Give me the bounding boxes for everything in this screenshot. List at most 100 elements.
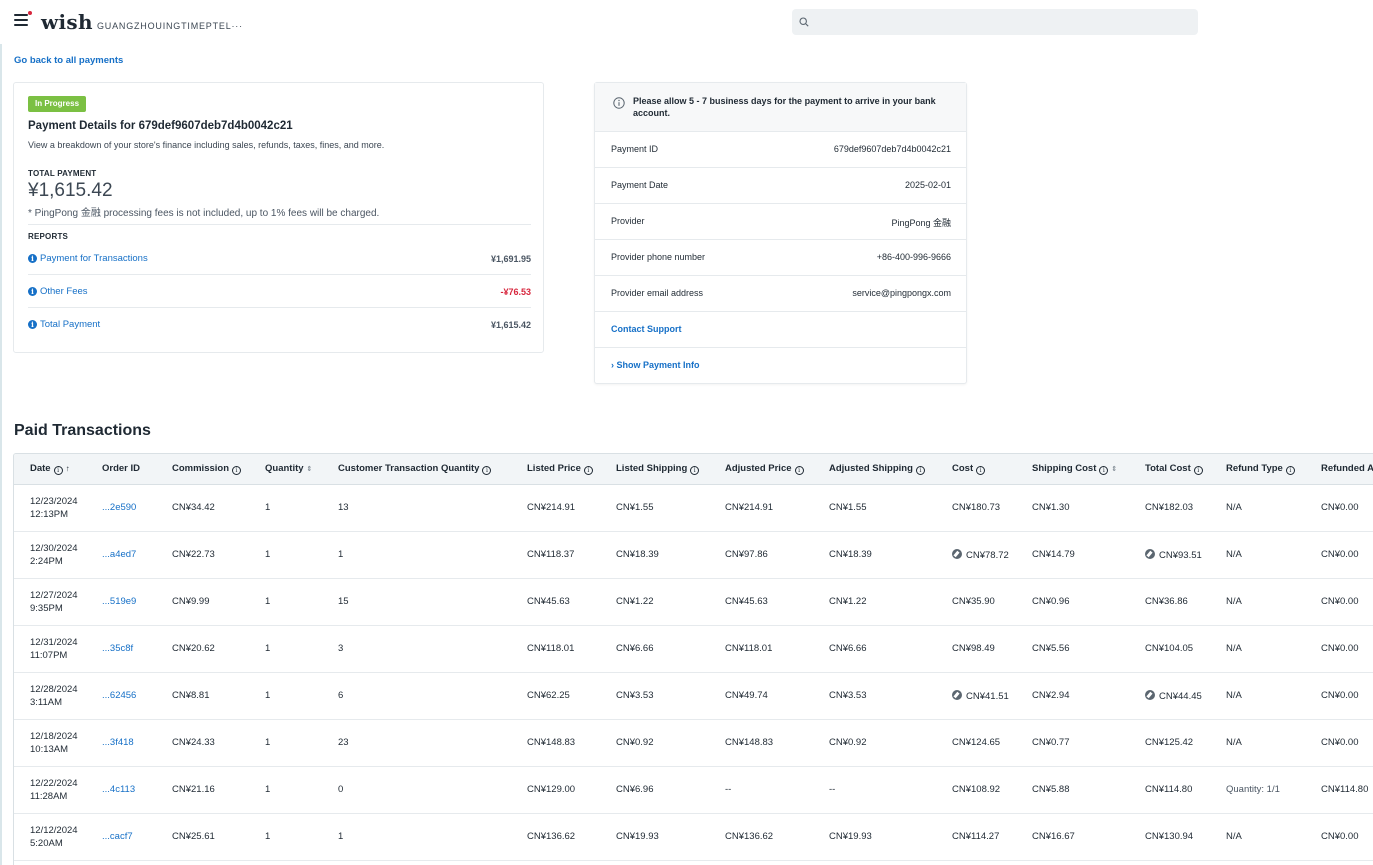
listed-shipping-cell: CN¥19.93 (608, 813, 717, 861)
report-link-transactions[interactable]: i Payment for Transactions (28, 253, 148, 264)
info-icon[interactable]: i (583, 465, 593, 475)
order-id-link[interactable]: ...62456 (102, 690, 136, 701)
listed-shipping-cell: CN¥18.39 (608, 531, 717, 579)
info-icon[interactable]: i (1099, 465, 1109, 475)
cell-value: CN¥18.39 (829, 549, 872, 560)
order-id-cell: ...cacf7 (94, 813, 164, 861)
order-id-link[interactable]: ...4c113 (102, 784, 135, 795)
customer-transaction-quantity-cell: 6 (330, 672, 519, 720)
listed-price-cell: CN¥129.00 (519, 766, 608, 814)
cell-value: CN¥148.83 (725, 737, 774, 748)
contact-support-link[interactable]: Contact Support (611, 324, 682, 334)
date-value: 12/31/2024 (30, 636, 78, 648)
order-id-link[interactable]: ...519e9 (102, 596, 136, 607)
order-id-cell: ...519e9 (94, 578, 164, 626)
report-link-total-payment[interactable]: i Total Payment (28, 319, 100, 330)
adjusted-cost-icon[interactable] (952, 689, 962, 700)
cost-cell: CN¥41.51 (944, 672, 1024, 720)
cell-value: CN¥1.30 (1032, 502, 1070, 513)
search-bar[interactable] (792, 9, 1198, 35)
left-divider (0, 44, 2, 865)
processing-fee-note: * PingPong 金融 processing fees is not inc… (28, 208, 380, 219)
cell-value: N/A (1226, 596, 1242, 607)
wish-logo[interactable]: wish (41, 10, 93, 34)
col-header-quantity[interactable]: Quantity ⇕ (257, 454, 330, 485)
page-subtitle: View a breakdown of your store's finance… (28, 140, 385, 150)
info-icon[interactable]: i (976, 465, 986, 475)
page-title: Payment Details for 679def9607deb7d4b004… (28, 120, 293, 132)
show-payment-info-toggle[interactable]: › Show Payment Info (611, 360, 700, 370)
cell-value: CN¥0.00 (1321, 596, 1359, 607)
col-header-shipping-cost[interactable]: Shipping Cost i ⇕ (1024, 454, 1137, 485)
adjusted-price-cell: CN¥97.86 (717, 531, 821, 579)
order-id-link[interactable]: ...2e590 (102, 502, 136, 513)
info-icon[interactable]: i (915, 465, 925, 475)
cell-value: CN¥41.51 (966, 690, 1009, 702)
order-id-cell: ...4c113 (94, 766, 164, 814)
adjusted-cost-icon[interactable] (1145, 689, 1155, 700)
info-icon[interactable]: i (1285, 465, 1295, 475)
divider (28, 224, 531, 225)
transactions-table-container[interactable]: Date i ↑ Order ID Commission i Quantity ⇕ Cu… (13, 453, 1373, 865)
table-row: 12/27/2024 9:35PM ...519e9 CN¥9.99 1 15 CN¥45.… (14, 578, 1373, 626)
order-id-link[interactable]: ...35c8f (102, 643, 133, 654)
adjusted-cost-icon[interactable] (952, 548, 962, 559)
cell-value: CN¥25.61 (172, 831, 215, 842)
customer-transaction-quantity-cell: 15 (330, 578, 519, 626)
info-value: 2025-02-01 (904, 180, 951, 190)
cell-value: N/A (1226, 737, 1242, 748)
customer-transaction-quantity-cell: 0 (330, 766, 519, 814)
commission-cell: CN¥34.42 (164, 484, 257, 532)
sort-icon[interactable]: ⇕ (307, 466, 313, 473)
sort-icon[interactable]: ⇕ (1111, 466, 1117, 473)
report-row-other-fees: i Other Fees -¥76.53 (28, 275, 531, 308)
info-icon[interactable]: i (232, 465, 242, 475)
order-id-link[interactable]: ...a4ed7 (102, 549, 136, 560)
col-header-adjusted-shipping: Adjusted Shipping i (821, 454, 944, 485)
cell-value: CN¥0.00 (1321, 502, 1359, 513)
cell-value: 1 (265, 737, 271, 748)
adjusted-shipping-cell: CN¥6.66 (821, 625, 944, 673)
date-cell: 12/12/2024 5:20AM (14, 813, 94, 861)
store-name[interactable]: GUANGZHOUINGTIMEPTEL··· (97, 21, 243, 31)
info-icon[interactable]: i (53, 465, 63, 475)
adjusted-shipping-cell: CN¥1.22 (821, 578, 944, 626)
cell-value: 1 (338, 831, 344, 842)
order-id-cell: ...35c8f (94, 625, 164, 673)
cell-value: -- (725, 784, 732, 795)
listed-shipping-cell: CN¥6.66 (608, 625, 717, 673)
cell-value: Quantity: 1/1 (1226, 784, 1280, 795)
refunded-amount-cell: CN¥0.00 (1313, 672, 1373, 720)
quantity-cell: 1 (257, 672, 330, 720)
cost-cell: CN¥108.92 (944, 766, 1024, 814)
info-icon[interactable]: i (690, 465, 700, 475)
cell-value: CN¥0.00 (1321, 643, 1359, 654)
cell-value: 1 (265, 831, 271, 842)
date-cell: 12/22/2024 11:28AM (14, 766, 94, 814)
order-id-link[interactable]: ...cacf7 (102, 831, 133, 842)
info-icon[interactable]: i (794, 465, 804, 475)
cell-value: 1 (265, 784, 271, 795)
order-id-link[interactable]: ...3f418 (102, 737, 134, 748)
sort-asc-icon[interactable]: ↑ (66, 464, 70, 473)
date-value: 12/18/2024 (30, 730, 78, 742)
cell-value: N/A (1226, 643, 1242, 654)
cell-value: CN¥5.88 (1032, 784, 1070, 795)
refund-type-cell: N/A (1218, 672, 1313, 720)
cell-value: CN¥214.91 (527, 502, 576, 513)
cell-value: N/A (1226, 502, 1242, 513)
refunded-amount-cell: CN¥0.00 (1313, 625, 1373, 673)
back-to-payments-link[interactable]: Go back to all payments (14, 55, 123, 66)
col-header-date[interactable]: Date i ↑ (14, 454, 94, 485)
total-cost-cell: CN¥182.03 (1137, 484, 1218, 532)
info-icon[interactable]: i (1193, 465, 1203, 475)
total-cost-cell: CN¥93.51 (1137, 531, 1218, 579)
report-link-other-fees[interactable]: i Other Fees (28, 286, 88, 297)
menu-icon[interactable] (14, 11, 32, 26)
adjusted-cost-icon[interactable] (1145, 548, 1155, 559)
adjusted-shipping-cell: CN¥18.39 (821, 531, 944, 579)
cell-value: CN¥114.27 (952, 831, 1000, 842)
search-input[interactable] (814, 12, 1189, 32)
info-icon[interactable]: i (482, 465, 492, 475)
time-value: 2:24PM (30, 555, 63, 567)
